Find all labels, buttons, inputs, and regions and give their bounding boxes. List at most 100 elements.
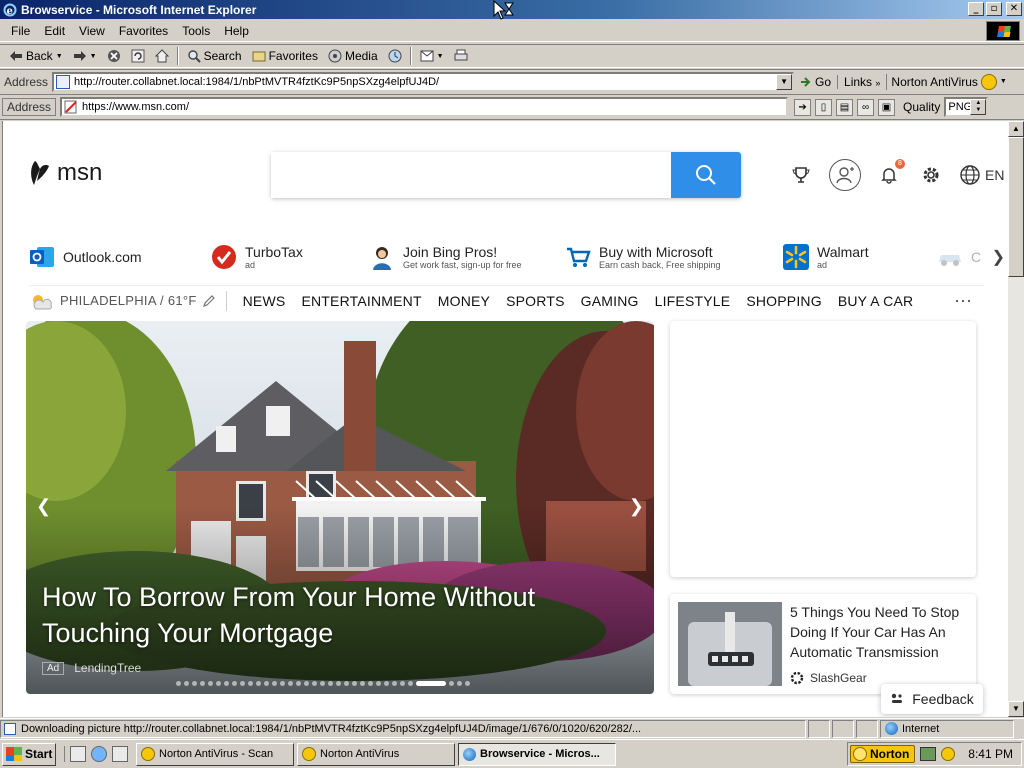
more-options-icon[interactable]: ··· (954, 290, 984, 311)
carousel-dot[interactable] (320, 681, 325, 686)
hero-carousel[interactable]: ❮ ❯ How To Borrow From Your Home Without… (26, 321, 654, 694)
quicklink-walmart[interactable]: Walmart ad (783, 244, 937, 271)
back-button[interactable]: Back ▼ (4, 45, 68, 67)
nav-sports[interactable]: SPORTS (506, 293, 565, 309)
norton-shield-icon[interactable] (941, 747, 956, 761)
hero-source[interactable]: LendingTree (74, 661, 141, 675)
menu-help[interactable]: Help (217, 22, 256, 40)
history-button[interactable] (383, 45, 407, 67)
carousel-dot[interactable] (304, 681, 309, 686)
nav-entertainment[interactable]: ENTERTAINMENT (301, 293, 421, 309)
carousel-dot[interactable] (200, 681, 205, 686)
network-icon[interactable] (920, 747, 937, 761)
carousel-dot[interactable] (296, 681, 301, 686)
carousel-dot[interactable] (336, 681, 341, 686)
carousel-dot[interactable] (465, 681, 470, 686)
close-button[interactable]: ✕ (1006, 2, 1022, 16)
carousel-dot[interactable] (384, 681, 389, 686)
carousel-dot[interactable] (248, 681, 253, 686)
chevron-left-icon[interactable]: ❮ (36, 496, 51, 517)
chevron-down-icon[interactable]: ▼ (776, 73, 793, 90)
quicklink-bing-pros[interactable]: Join Bing Pros! Get work fast, sign-up f… (369, 244, 565, 271)
carousel-dot[interactable] (400, 681, 405, 686)
links-button[interactable]: Links » (837, 74, 886, 89)
carousel-dot[interactable] (408, 681, 413, 686)
carousel-dot[interactable] (224, 681, 229, 686)
carousel-dot[interactable] (208, 681, 213, 686)
carousel-dot[interactable] (256, 681, 261, 686)
media-button[interactable]: Media (323, 45, 383, 67)
nav-gaming[interactable]: GAMING (581, 293, 639, 309)
norton-toolbar-button[interactable]: Norton AntiVirus ▼ (886, 73, 1010, 90)
scroll-down-icon[interactable]: ▼ (1008, 701, 1024, 717)
print-button[interactable] (449, 45, 473, 67)
browservice-url-input[interactable]: https://www.msn.com/ (60, 97, 789, 117)
carousel-dot[interactable] (449, 681, 454, 686)
menu-file[interactable]: File (4, 22, 37, 40)
quicklink-turbotax[interactable]: TurboTax ad (211, 244, 369, 271)
carousel-dot[interactable] (368, 681, 373, 686)
bookmarks-list-icon[interactable]: ▤ (836, 98, 854, 116)
find-binoculars-icon[interactable]: ∞ (857, 98, 875, 116)
bookmark-icon[interactable]: ▯ (815, 98, 833, 116)
carousel-dot[interactable] (312, 681, 317, 686)
nav-news[interactable]: NEWS (243, 293, 286, 309)
spinner-icon[interactable]: ▲ ▼ (970, 99, 987, 115)
carousel-dot[interactable] (360, 681, 365, 686)
carousel-dot[interactable] (192, 681, 197, 686)
chevron-right-icon[interactable]: ❯ (992, 247, 1005, 267)
carousel-dot[interactable] (344, 681, 349, 686)
menu-favorites[interactable]: Favorites (112, 22, 175, 40)
outlook-express-icon[interactable] (112, 746, 128, 762)
carousel-dot[interactable] (184, 681, 189, 686)
quicklink-buy-with-microsoft[interactable]: Buy with Microsoft Earn cash back, Free … (565, 244, 783, 271)
carousel-dot[interactable] (352, 681, 357, 686)
search-button[interactable]: Search (182, 45, 247, 67)
menu-edit[interactable]: Edit (37, 22, 72, 40)
norton-tray-button[interactable]: Norton (849, 745, 916, 763)
msn-search-input[interactable] (271, 152, 671, 198)
quicklink-outlook[interactable]: Outlook.com (29, 244, 211, 270)
refresh-button[interactable] (126, 45, 150, 67)
msn-search-button[interactable] (671, 152, 741, 198)
carousel-dot[interactable] (416, 681, 446, 686)
favorites-button[interactable]: Favorites (247, 45, 323, 67)
scroll-up-icon[interactable]: ▲ (1008, 121, 1024, 137)
carousel-dot[interactable] (457, 681, 462, 686)
forward-button[interactable]: ▼ (68, 45, 102, 67)
carousel-dot[interactable] (328, 681, 333, 686)
menu-view[interactable]: View (72, 22, 112, 40)
quicklink-partial[interactable]: C (937, 244, 981, 270)
task-norton[interactable]: Norton AntiVirus (297, 742, 455, 766)
quality-select[interactable]: PNG ▲ ▼ (944, 97, 989, 117)
nav-shopping[interactable]: SHOPPING (746, 293, 822, 309)
chevron-down-icon[interactable]: ▼ (56, 53, 63, 60)
nav-lifestyle[interactable]: LIFESTYLE (655, 293, 731, 309)
ie-launch-icon[interactable] (91, 746, 107, 762)
show-desktop-icon[interactable] (70, 746, 86, 762)
carousel-dot[interactable] (240, 681, 245, 686)
carousel-dot[interactable] (280, 681, 285, 686)
account-avatar-icon[interactable] (829, 159, 861, 191)
chevron-down-icon[interactable]: ▼ (437, 53, 444, 60)
minimize-button[interactable]: _ (968, 2, 984, 16)
chevron-down-icon[interactable]: ▼ (90, 53, 97, 60)
start-button[interactable]: Start (2, 742, 56, 766)
home-button[interactable] (150, 45, 174, 67)
go-button[interactable]: Go (794, 75, 837, 89)
weather-widget[interactable]: PHILADELPHIA / 61°F (29, 290, 227, 311)
carousel-dot[interactable] (232, 681, 237, 686)
article-card[interactable]: 5 Things You Need To Stop Doing If Your … (670, 594, 976, 694)
notifications-bell-icon[interactable]: 8 (875, 159, 905, 189)
feedback-button[interactable]: Feedback (881, 684, 983, 714)
carousel-dot[interactable] (264, 681, 269, 686)
clipboard-icon[interactable]: ▣ (878, 98, 896, 116)
maximize-button[interactable]: ▫ (986, 2, 1002, 16)
task-norton-scan[interactable]: Norton AntiVirus - Scan (136, 742, 294, 766)
carousel-dot[interactable] (216, 681, 221, 686)
language-selector[interactable]: EN (959, 164, 1004, 186)
carousel-dot[interactable] (176, 681, 181, 686)
nav-buy-a-car[interactable]: BUY A CAR (838, 293, 913, 309)
carousel-dot[interactable] (272, 681, 277, 686)
vertical-scrollbar[interactable]: ▲ ▼ (1008, 121, 1024, 717)
